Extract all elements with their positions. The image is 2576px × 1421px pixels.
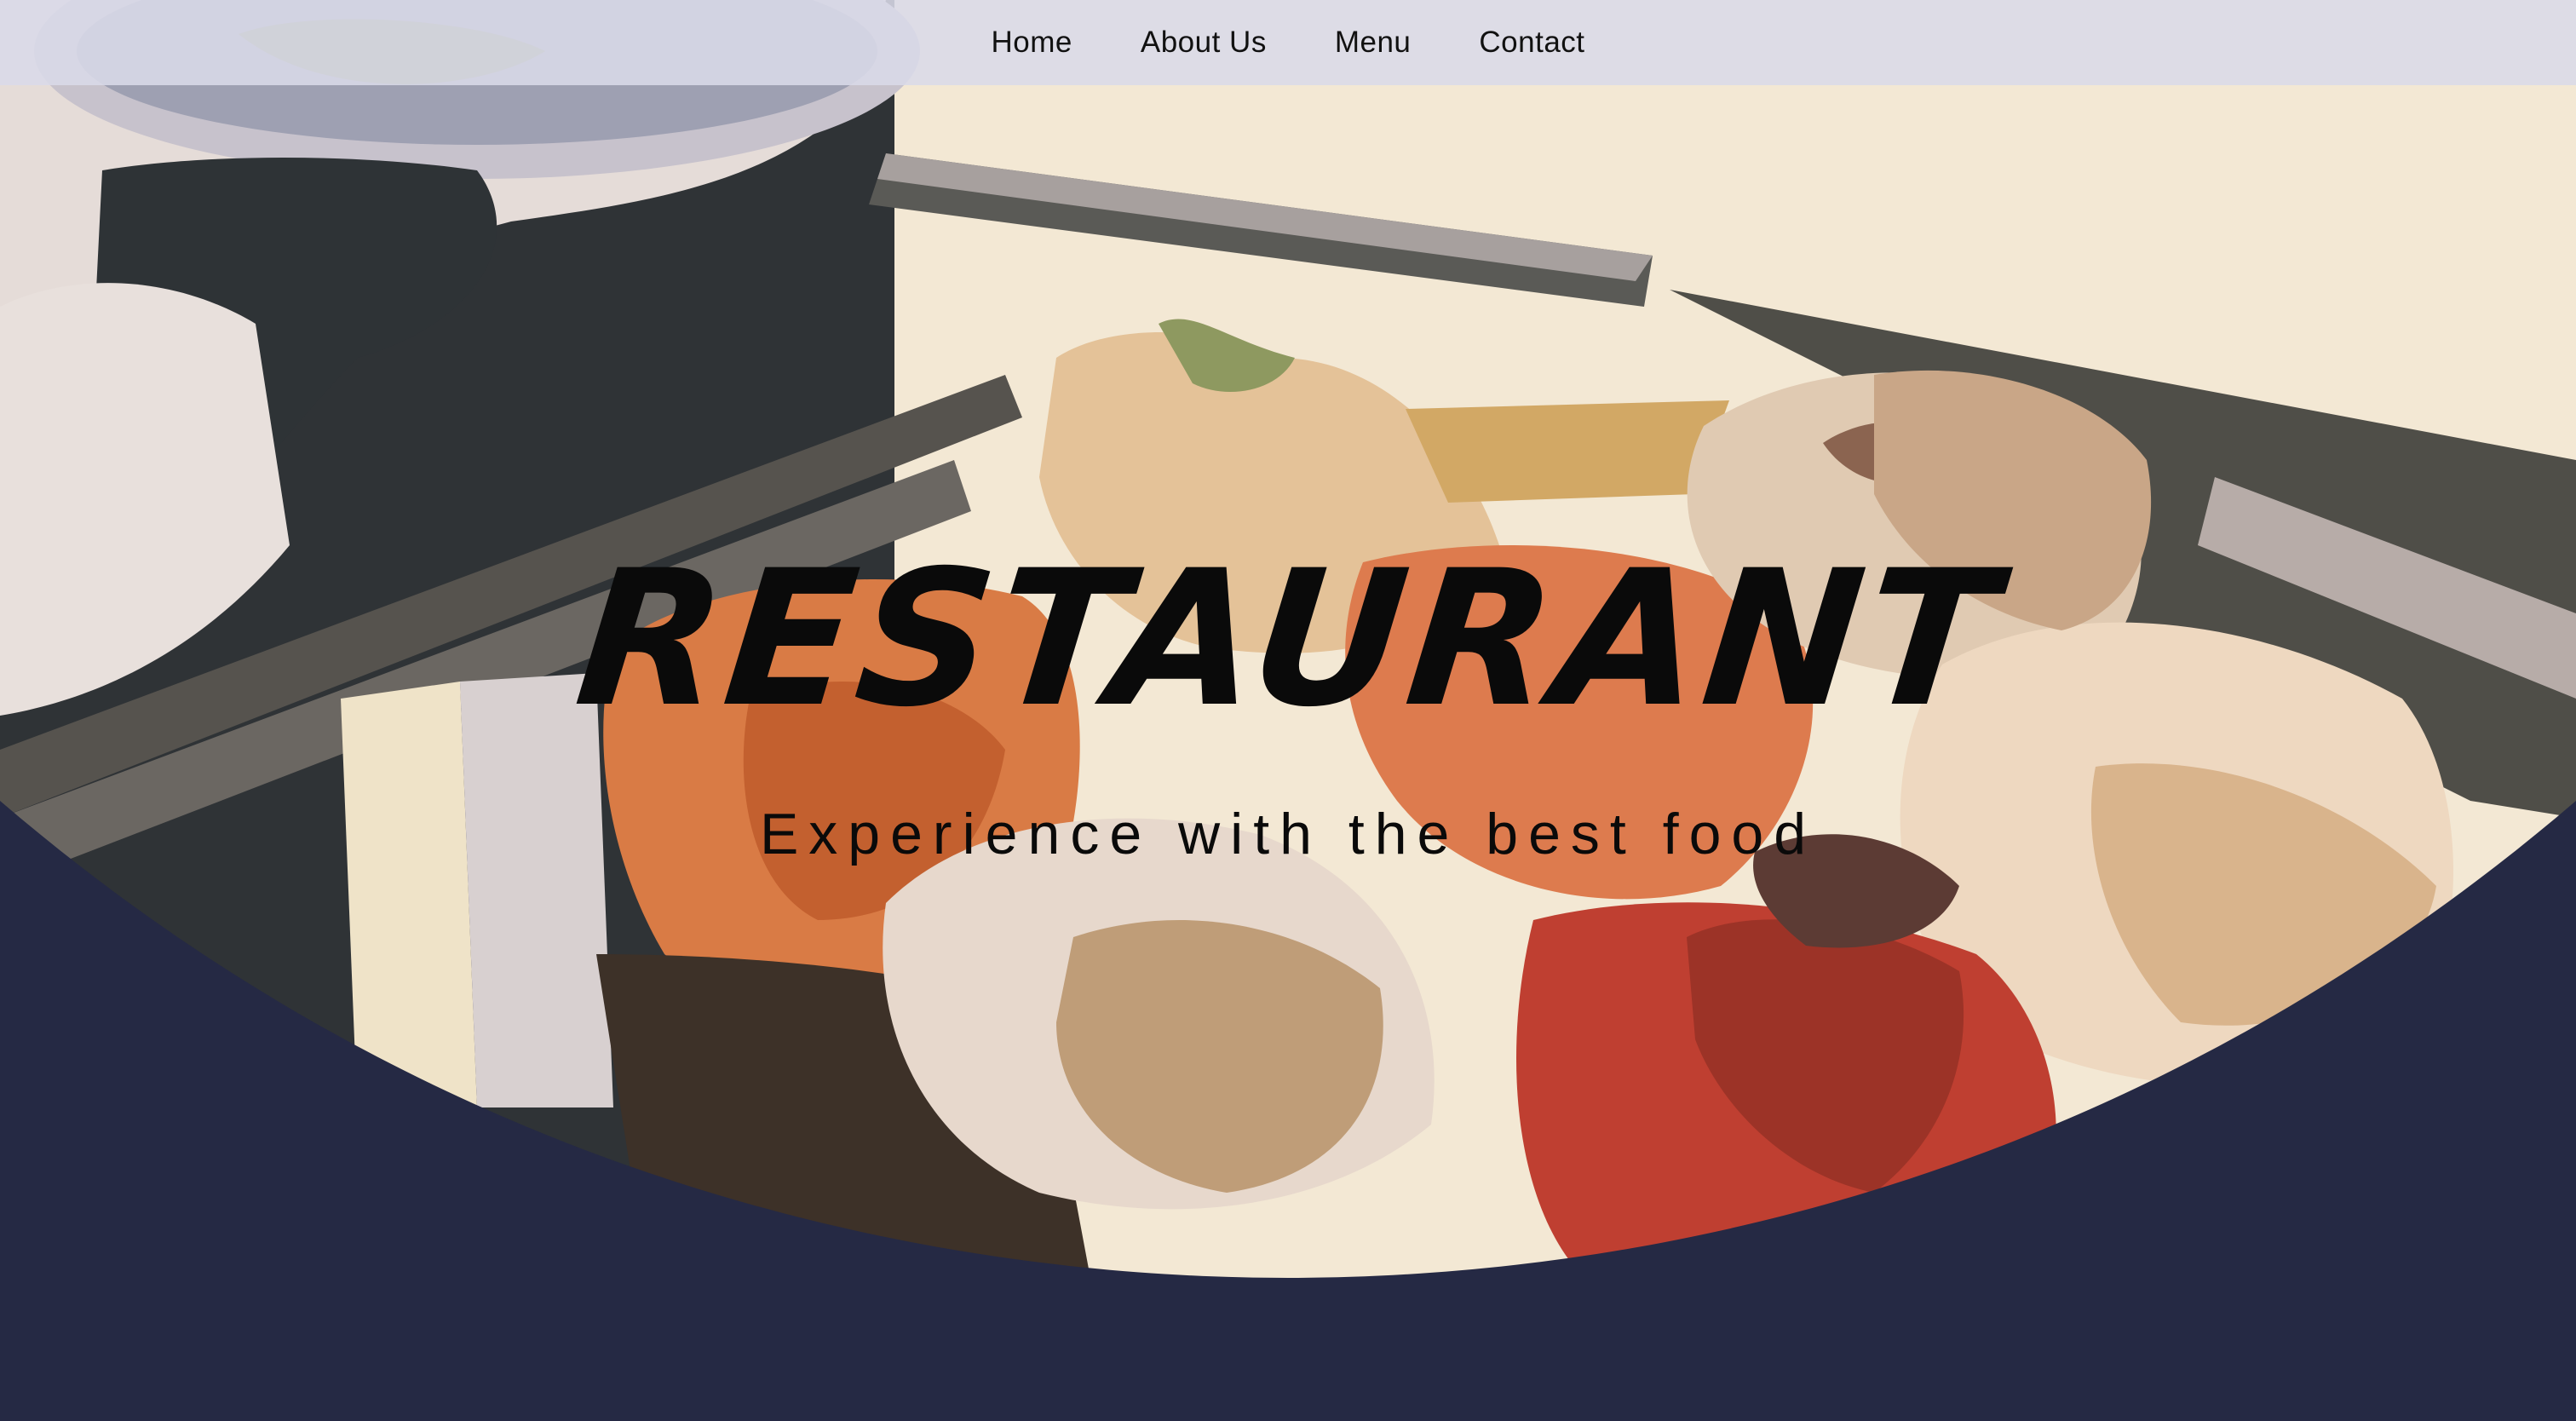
nav-home-link[interactable]: Home <box>991 26 1072 60</box>
nav-about-us-link[interactable]: About Us <box>1141 26 1267 60</box>
top-navigation: Home About Us Menu Contact <box>0 0 2576 85</box>
hero-title: RESTAURANT <box>567 530 2009 748</box>
nav-menu-link[interactable]: Menu <box>1335 26 1412 60</box>
nav-contact-link[interactable]: Contact <box>1479 26 1584 60</box>
hero-tagline: Experience with the best food <box>759 802 1817 866</box>
